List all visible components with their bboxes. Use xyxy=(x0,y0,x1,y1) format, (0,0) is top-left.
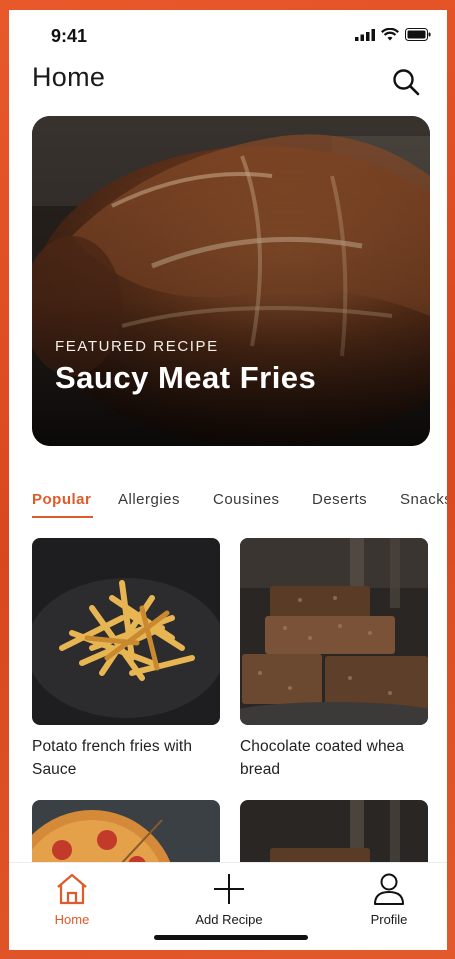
status-icons xyxy=(355,28,431,41)
search-icon xyxy=(393,69,420,96)
plus-icon xyxy=(214,874,244,904)
battery-icon xyxy=(405,28,431,41)
recipe-name: Potato french fries with Sauce xyxy=(32,738,193,778)
category-tabs: Popular Allergies Cousines Deserts Snack… xyxy=(32,491,447,521)
nav-profile-label: Profile xyxy=(370,912,408,927)
bottom-navigation: Home Add Recipe Profile xyxy=(9,862,447,950)
status-bar: 9:41 xyxy=(9,10,447,60)
nav-home[interactable]: Home xyxy=(45,873,99,927)
recipe-card[interactable]: Potato french fries with Sauce xyxy=(32,538,220,781)
tab-popular[interactable]: Popular xyxy=(32,491,91,508)
nav-add-recipe[interactable]: Add Recipe xyxy=(187,873,271,927)
tab-allergies[interactable]: Allergies xyxy=(118,491,180,508)
recipe-image xyxy=(32,538,220,725)
tab-deserts[interactable]: Deserts xyxy=(312,491,367,508)
featured-recipe-image xyxy=(32,116,430,446)
phone-screen: 9:41 Home FEATURED RECIPE Saucy Meat Fri… xyxy=(9,10,447,950)
home-indicator xyxy=(154,935,308,940)
page-title: Home xyxy=(32,62,106,92)
bread-image xyxy=(240,538,428,725)
recipe-name: Chocolate coated whea bread xyxy=(240,738,405,778)
wifi-icon xyxy=(381,28,399,41)
search-button[interactable] xyxy=(391,67,421,97)
nav-add-recipe-label: Add Recipe xyxy=(195,912,263,927)
user-icon xyxy=(374,873,404,905)
featured-label: FEATURED RECIPE xyxy=(55,338,219,355)
signal-icon xyxy=(355,28,375,41)
recipe-card[interactable]: Chocolate coated whea bread xyxy=(240,538,428,781)
featured-recipe-card[interactable]: FEATURED RECIPE Saucy Meat Fries xyxy=(32,116,430,446)
featured-title: Saucy Meat Fries xyxy=(55,360,317,395)
fries-image xyxy=(32,538,220,725)
tab-snacks[interactable]: Snacks xyxy=(400,491,447,508)
tab-active-indicator xyxy=(32,516,93,518)
status-time: 9:41 xyxy=(51,26,88,46)
nav-home-label: Home xyxy=(54,912,90,927)
home-icon xyxy=(57,873,87,905)
tab-cousines[interactable]: Cousines xyxy=(213,491,280,508)
recipe-image xyxy=(240,538,428,725)
nav-profile[interactable]: Profile xyxy=(361,873,417,927)
